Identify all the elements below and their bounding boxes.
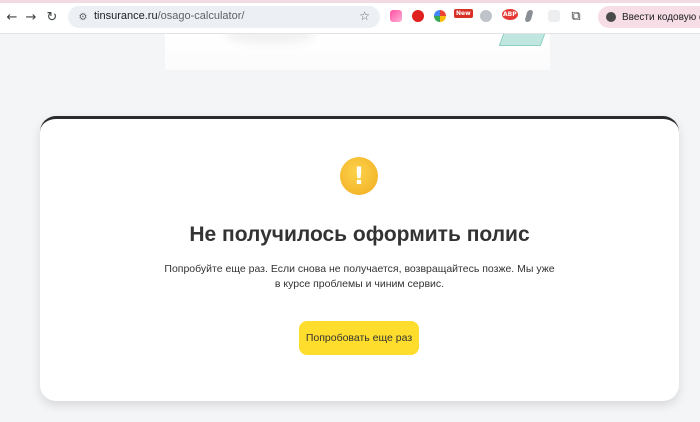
forward-arrow-icon[interactable]: → <box>22 8 40 26</box>
error-description-line-2: в курсе проблемы и чиним сервис. <box>274 278 445 290</box>
back-arrow-icon[interactable]: ← <box>3 8 21 26</box>
site-settings-icon[interactable]: ⚙ <box>76 10 90 24</box>
extension-slash-icon[interactable] <box>524 10 534 22</box>
extension-globe-icon[interactable] <box>480 10 492 22</box>
extension-abp-icon[interactable]: ABP <box>502 9 518 20</box>
profile-avatar-icon <box>606 12 616 22</box>
extension-pink-icon[interactable] <box>390 10 402 22</box>
browser-toolbar: ← → ↻ ⚙ tinsurance.ru/osago-calculator/ … <box>0 0 700 34</box>
extensions-puzzle-icon[interactable]: ⧉ <box>567 7 585 25</box>
bookmark-star-icon[interactable]: ☆ <box>359 9 370 23</box>
url-text[interactable]: tinsurance.ru/osago-calculator/ <box>94 10 244 22</box>
extension-faded-icon[interactable] <box>548 10 560 22</box>
code-phrase-label: Ввести кодовую фразу <box>622 11 700 23</box>
address-bar[interactable]: ⚙ tinsurance.ru/osago-calculator/ ☆ <box>68 6 380 28</box>
error-card: ! Не получилось оформить полис Попробуйт… <box>40 116 679 401</box>
error-description: Попробуйте еще раз. Если снова не получа… <box>160 262 559 292</box>
extension-new-badge[interactable]: New <box>454 9 473 18</box>
retry-button[interactable]: Попробовать еще раз <box>299 321 419 355</box>
reload-icon[interactable]: ↻ <box>43 8 61 26</box>
error-description-line-1: Попробуйте еще раз. Если снова не получа… <box>164 263 555 275</box>
extension-opera-icon[interactable] <box>412 10 424 22</box>
tab-strip-edge <box>0 0 700 3</box>
url-domain: tinsurance.ru <box>94 10 158 22</box>
error-title: Не получилось оформить полис <box>189 223 530 246</box>
hero-illustration <box>165 34 550 70</box>
extension-color-icon[interactable] <box>434 10 446 22</box>
exclamation-icon: ! <box>340 157 378 195</box>
hero-shadow-shape <box>225 34 315 44</box>
hero-teal-shape <box>498 34 548 46</box>
url-path: /osago-calculator/ <box>157 10 245 22</box>
code-phrase-button[interactable]: Ввести кодовую фразу <box>598 6 700 28</box>
